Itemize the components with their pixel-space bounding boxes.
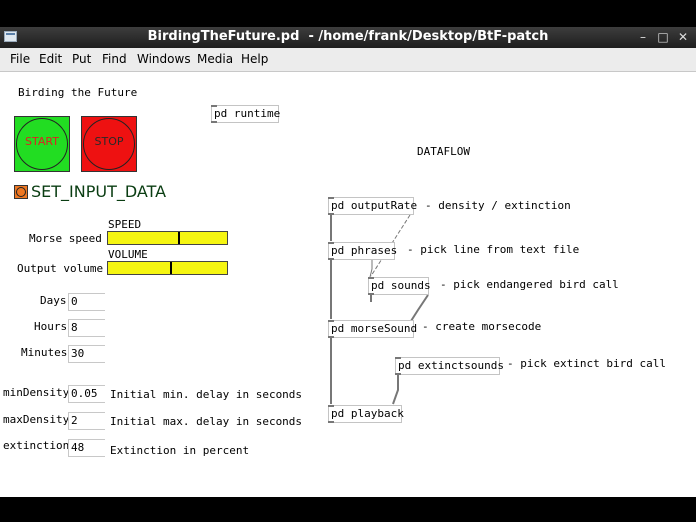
patch-heading: Birding the Future	[18, 86, 138, 99]
dataflow-label: DATAFLOW	[417, 145, 470, 158]
menu-file[interactable]: File	[10, 52, 30, 66]
volume-slider[interactable]	[107, 261, 228, 275]
pd-outputrate-object[interactable]: pd outputRate	[328, 197, 417, 215]
hours-label: Hours	[34, 320, 68, 333]
stop-bang[interactable]: STOP	[81, 116, 137, 172]
extinctsounds-comment: - pick extinct bird call	[507, 357, 666, 370]
menu-windows[interactable]: Windows	[137, 52, 191, 66]
max-density-label: maxDensity	[3, 413, 70, 426]
set-input-data-label: SET_INPUT_DATA	[31, 182, 167, 201]
menu-bar: File Edit Put Find Windows Media Help	[0, 48, 696, 72]
pd-phrases-object[interactable]: pd phrases	[328, 242, 397, 260]
min-density-number-box[interactable]: 0.05	[68, 385, 105, 403]
speed-header: SPEED	[108, 218, 142, 231]
patch-canvas[interactable]: Birding the Future pd runtime START STOP…	[0, 72, 696, 497]
pd-patch-window: BirdingTheFuture.pd - /home/frank/Deskto…	[0, 27, 696, 497]
pd-morsesound-object[interactable]: pd morseSound	[328, 320, 417, 338]
output-volume-label: Output volume	[17, 262, 104, 275]
morse-speed-label: Morse speed	[29, 232, 102, 245]
start-bang[interactable]: START	[14, 116, 70, 172]
extinction-number-box[interactable]: 48	[68, 439, 105, 457]
menu-help[interactable]: Help	[241, 52, 268, 66]
pd-sounds-object[interactable]: pd sounds	[368, 277, 431, 295]
extinction-description: Extinction in percent	[110, 444, 250, 457]
menu-media[interactable]: Media	[197, 52, 233, 66]
start-bang-label: START	[25, 135, 59, 148]
volume-slider-knob[interactable]	[170, 262, 172, 274]
minutes-label: Minutes	[21, 346, 68, 359]
menu-put[interactable]: Put	[72, 52, 91, 66]
max-density-number-box[interactable]: 2	[68, 412, 105, 430]
hours-number-box[interactable]: 8	[68, 319, 105, 337]
cord-phrases-sounds	[369, 260, 373, 278]
menu-edit[interactable]: Edit	[39, 52, 62, 66]
days-number-box[interactable]: 0	[68, 293, 105, 311]
close-button[interactable]: ✕	[676, 30, 690, 44]
pd-extinctsounds-object[interactable]: pd extinctsounds	[395, 357, 504, 375]
pd-runtime-object[interactable]: pd runtime	[211, 105, 280, 123]
stop-bang-label: STOP	[94, 135, 124, 148]
set-input-bang-ring	[16, 187, 26, 197]
phrases-comment: - pick line from text file	[407, 243, 580, 256]
set-input-bang[interactable]	[14, 185, 28, 199]
title-bar[interactable]: BirdingTheFuture.pd - /home/frank/Deskto…	[0, 27, 696, 48]
outputrate-comment: - density / extinction	[425, 199, 571, 212]
morsesound-comment: - create morsecode	[422, 320, 542, 333]
max-density-description: Initial max. delay in seconds	[110, 415, 303, 428]
min-density-label: minDensity	[3, 386, 70, 399]
extinction-label: extinction	[3, 439, 70, 452]
speed-slider-knob[interactable]	[178, 232, 180, 244]
min-density-description: Initial min. delay in seconds	[110, 388, 303, 401]
volume-header: VOLUME	[108, 248, 148, 261]
cord-extinct-playback	[392, 374, 399, 405]
minutes-number-box[interactable]: 30	[68, 345, 105, 363]
days-label: Days	[40, 294, 67, 307]
speed-slider[interactable]	[107, 231, 228, 245]
menu-find[interactable]: Find	[102, 52, 127, 66]
window-title: BirdingTheFuture.pd - /home/frank/Deskto…	[147, 29, 549, 44]
pd-playback-object[interactable]: pd playback	[328, 405, 404, 423]
maximize-button[interactable]: □	[656, 30, 670, 44]
cord-sounds-morsesound	[410, 294, 429, 322]
minimize-button[interactable]: –	[636, 30, 650, 44]
sounds-comment: - pick endangered bird call	[440, 278, 619, 291]
